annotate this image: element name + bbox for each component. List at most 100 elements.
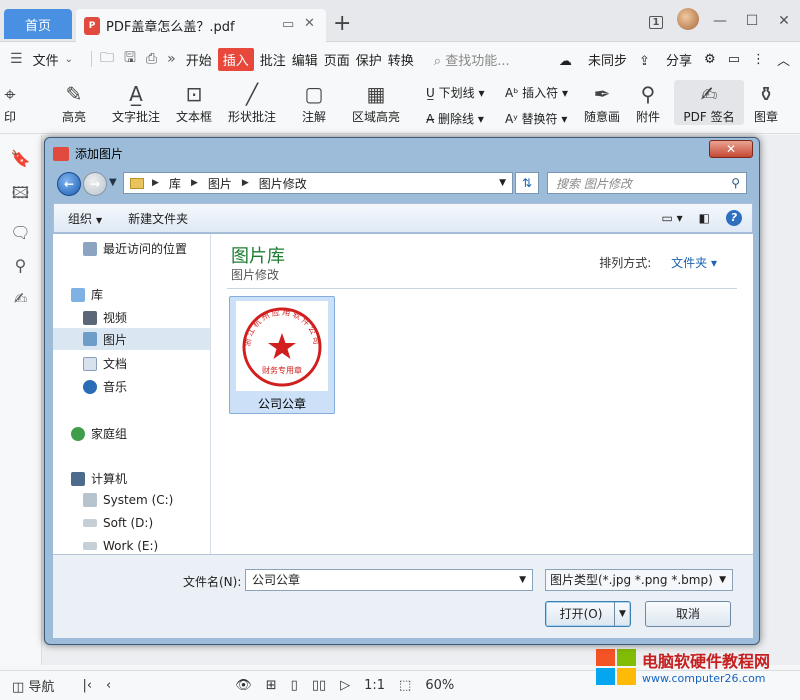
tree-item-music[interactable]: 音乐 — [83, 378, 127, 395]
history-dropdown-icon[interactable]: ▼ — [109, 177, 117, 188]
chevron-down-icon[interactable]: ▼ — [519, 570, 526, 590]
insert-char-tool[interactable]: Aᵇ 插入符 ▾ — [505, 84, 568, 101]
strikeout-tool[interactable]: A̶ 删除线 ▾ — [426, 110, 484, 127]
search-icon[interactable]: ⚲ — [731, 176, 740, 190]
tree-item-drive-e[interactable]: Work (E:) — [83, 539, 158, 553]
function-search[interactable]: ⌕ 查找功能... — [434, 50, 510, 69]
tree-item-computer[interactable]: 计算机 — [71, 470, 127, 487]
preview-pane-icon[interactable]: ◧ — [699, 211, 710, 225]
cancel-button[interactable]: 取消 — [645, 601, 731, 627]
tree-item-homegroup[interactable]: 家庭组 — [71, 425, 127, 442]
new-folder-button[interactable]: 新建文件夹 — [128, 210, 188, 227]
settings-icon[interactable]: ⚙ — [704, 52, 716, 67]
organize-button[interactable]: 组织 ▼ — [68, 210, 102, 227]
image-icon[interactable]: 🖾 — [0, 182, 41, 209]
tab-home[interactable]: 首页 — [4, 9, 72, 39]
open-split-arrow-icon[interactable]: ▼ — [614, 602, 630, 626]
menu-edit[interactable]: 编辑 — [292, 50, 318, 69]
read-mode-icon[interactable]: 👁 — [235, 678, 252, 693]
tree-item-pictures[interactable]: 图片 — [53, 328, 210, 350]
open-folder-icon[interactable]: 🗀 — [100, 47, 114, 71]
play-icon[interactable]: ▷ — [340, 678, 350, 693]
filename-input[interactable]: 公司公章 ▼ — [245, 569, 533, 591]
attachment-tool[interactable]: ⚲ 附件 — [636, 80, 660, 125]
menu-protect[interactable]: 保护 — [356, 50, 382, 69]
file-item[interactable]: 浙江杭州应用软件公司 财务专用章 公司公章 — [229, 296, 335, 414]
print-icon[interactable]: ⎙ — [146, 51, 157, 67]
chevron-down-icon[interactable]: ▼ — [499, 178, 506, 188]
tree-item-library[interactable]: 库 — [71, 286, 103, 303]
address-bar[interactable]: ▶ 库 ▶ 图片 ▶ 图片修改 ▼ — [123, 172, 513, 194]
first-page-icon[interactable]: |‹ — [82, 678, 92, 693]
fit-page-icon[interactable]: ⊞ — [266, 678, 277, 693]
chevron-down-icon[interactable]: ⌄ — [65, 54, 73, 65]
open-button[interactable]: 打开(O) ▼ — [545, 601, 631, 627]
tree-item-recent[interactable]: 最近访问的位置 — [83, 240, 187, 257]
chevron-down-icon[interactable]: ▼ — [719, 570, 726, 590]
shape-annotation-tool[interactable]: ╱ 形状批注 — [228, 80, 276, 125]
menu-icon[interactable]: ☰ — [10, 51, 23, 67]
note-tool[interactable]: ▢ 注解 — [302, 80, 326, 125]
dialog-close-button[interactable]: ✕ — [709, 140, 753, 158]
dialog-search-input[interactable]: 搜索 图片修改 ⚲ — [547, 172, 747, 194]
attachment-icon[interactable]: ⚲ — [0, 256, 41, 275]
new-tab-button[interactable]: + — [333, 11, 351, 36]
menu-start[interactable]: 开始 — [186, 50, 212, 69]
monitor-icon[interactable]: ▭ — [282, 17, 294, 32]
help-icon[interactable]: ? — [726, 210, 742, 226]
textbox-tool[interactable]: ⊡ 文本框 — [176, 80, 212, 125]
text-annotation-tool[interactable]: A̲ 文字批注 — [112, 80, 160, 125]
pdf-sign-tool[interactable]: ✍ PDF 签名 — [674, 80, 744, 125]
minimize-icon[interactable]: — — [704, 13, 736, 29]
maximize-icon[interactable]: ☐ — [736, 13, 768, 29]
file-menu[interactable]: 文件 — [33, 50, 59, 69]
menu-page[interactable]: 页面 — [324, 50, 350, 69]
breadcrumb-library[interactable]: 库 — [169, 175, 181, 192]
breadcrumb-folder[interactable]: 图片修改 — [259, 175, 307, 192]
save-icon[interactable]: 🖫 — [124, 47, 136, 71]
close-tab-icon[interactable]: ✕ — [304, 16, 315, 31]
print-tool[interactable]: ⌖ 印 — [4, 80, 16, 125]
nav-panel-toggle[interactable]: ◫ 导航 — [12, 676, 68, 695]
filetype-select[interactable]: 图片类型(*.jpg *.png *.bmp) ▼ — [545, 569, 733, 591]
tab-document[interactable]: P PDF盖章怎么盖？.pdf ▭ ✕ — [76, 9, 326, 42]
zoom-level[interactable]: 60% — [425, 678, 454, 693]
prev-page-icon[interactable]: ‹ — [106, 678, 111, 693]
more-icon[interactable]: » — [167, 51, 176, 67]
view-options-icon[interactable]: ▭ ▾ — [661, 211, 682, 225]
sync-status[interactable]: ☁ 未同步 — [559, 50, 627, 69]
signature-icon[interactable]: ✍ — [0, 289, 41, 308]
single-page-icon[interactable]: ▯ — [291, 678, 298, 693]
comment-icon[interactable]: 🗨 — [0, 223, 41, 242]
comment-icon[interactable]: ▭ — [728, 52, 740, 67]
refresh-button[interactable]: ⇅ — [515, 172, 539, 194]
tree-item-video[interactable]: 视频 — [83, 309, 127, 326]
user-avatar[interactable] — [672, 8, 704, 34]
more-vertical-icon[interactable]: ⋮ — [752, 52, 765, 67]
bookmark-icon[interactable]: 🔖 — [0, 149, 41, 168]
menu-convert[interactable]: 转换 — [388, 50, 414, 69]
page-badge[interactable]: 1 — [640, 13, 672, 29]
stamp-tool[interactable]: ⚱ 图章 — [754, 80, 778, 125]
actual-size-icon[interactable]: 1:1 — [364, 678, 385, 693]
sort-dropdown[interactable]: 文件夹 ▾ — [671, 256, 717, 270]
double-page-icon[interactable]: ▯▯ — [312, 678, 326, 693]
menu-insert[interactable]: 插入 — [217, 47, 254, 71]
textbox-icon: ⊡ — [185, 82, 203, 106]
breadcrumb-pictures[interactable]: 图片 — [208, 175, 232, 192]
replace-char-tool[interactable]: Aʸ 替换符 ▾ — [505, 110, 567, 127]
fit-width-icon[interactable]: ⬚ — [399, 678, 411, 693]
underline-tool[interactable]: U̲ 下划线 ▾ — [426, 84, 484, 101]
tree-item-drive-d[interactable]: Soft (D:) — [83, 516, 153, 530]
share-button[interactable]: ⇪ 分享 — [639, 50, 692, 69]
forward-button[interactable]: → — [83, 172, 107, 196]
tree-item-documents[interactable]: 文档 — [83, 355, 127, 372]
menu-annotate[interactable]: 批注 — [260, 50, 286, 69]
tree-item-drive-c[interactable]: System (C:) — [83, 493, 173, 507]
area-highlight-tool[interactable]: ▦ 区域高亮 — [352, 80, 400, 125]
close-window-icon[interactable]: ✕ — [768, 13, 800, 29]
freehand-tool[interactable]: ✒ 随意画 — [584, 80, 620, 125]
collapse-icon[interactable]: ︿ — [777, 50, 790, 69]
highlight-tool[interactable]: ✎ 高亮 — [62, 80, 86, 125]
back-button[interactable]: ← — [57, 172, 81, 196]
